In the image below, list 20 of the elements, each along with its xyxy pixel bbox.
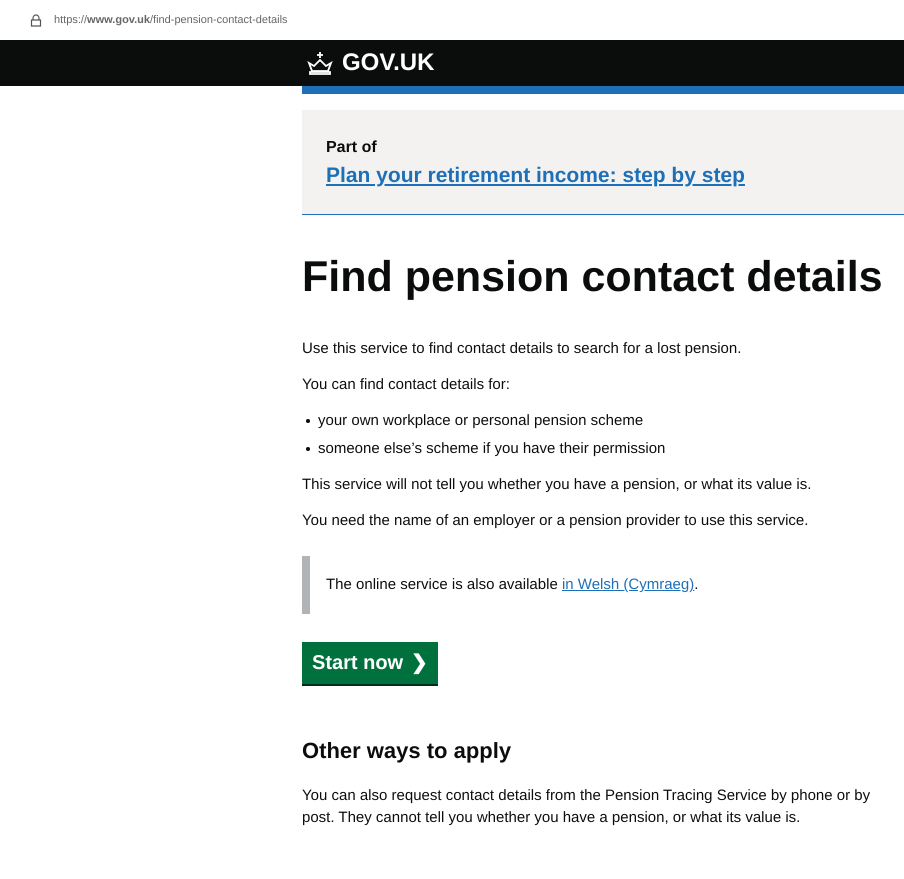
bullet-item: someone else’s scheme if you have their permission — [306, 438, 882, 460]
welsh-link[interactable]: in Welsh (Cymraeg) — [562, 576, 694, 594]
address-bar-url[interactable]: https://www.gov.uk/find-pension-contact-details — [54, 12, 288, 28]
body-text: Use this service to find contact details to search for a lost pension. — [302, 339, 742, 360]
inset-text: The online service is also available in Welsh (Cymraeg). — [302, 556, 882, 614]
body-text: You can also request contact details from the Pension Tracing Service by phone or by post. They cannot tell you whether you have a pension, or what its value is. — [302, 786, 872, 828]
step-by-step-link[interactable]: Plan your retirement income: step by step — [326, 160, 898, 192]
part-of-label: Part of — [326, 138, 378, 158]
bullet-icon — [306, 447, 310, 452]
body-text: You need the name of an employer or a pension provider to use this service. — [302, 511, 810, 532]
govuk-logo[interactable]: GOV.UK — [306, 45, 434, 81]
section-heading: Other ways to apply — [302, 737, 512, 766]
page-title: Find pension contact details — [302, 252, 884, 302]
bullet-icon — [306, 419, 310, 424]
bullet-item: your own workplace or personal pension scheme — [306, 410, 882, 432]
crown-icon — [306, 51, 334, 75]
lock-icon — [30, 14, 42, 26]
start-button[interactable]: Start now ❯ — [302, 642, 438, 684]
body-text: This service will not tell you whether you have a pension, or what its value is. — [302, 475, 812, 496]
body-text: You can find contact details for: — [302, 375, 511, 396]
